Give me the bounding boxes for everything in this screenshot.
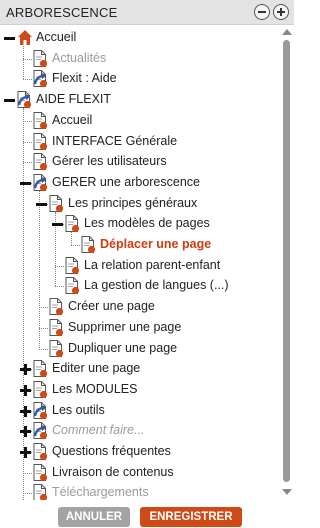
tree-connector	[23, 141, 32, 143]
tree-node-label[interactable]: AIDE FLEXIT	[36, 92, 111, 106]
tree-connector	[39, 327, 48, 329]
link-page-icon	[33, 173, 48, 191]
page-icon	[81, 236, 96, 254]
page-icon	[49, 339, 64, 357]
tree-node-label[interactable]: Editer une page	[52, 361, 140, 375]
tree-connector	[71, 245, 80, 246]
link-page-icon	[33, 401, 48, 419]
page-icon	[65, 215, 80, 233]
link-page-icon	[33, 422, 48, 440]
tree-node-label[interactable]: Accueil	[52, 113, 92, 127]
page-icon	[33, 111, 48, 129]
page-icon	[65, 277, 80, 295]
tree-node-label[interactable]: Gérer les utilisateurs	[52, 154, 167, 168]
collapse-toggle-icon[interactable]	[52, 219, 63, 230]
tree-node-label[interactable]: Flexit : Aide	[52, 71, 117, 85]
tree-node-label[interactable]: Actualités	[52, 51, 106, 65]
link-page-icon	[33, 70, 48, 88]
page-icon	[33, 443, 48, 461]
tree-node-label[interactable]: Les modèles de pages	[84, 216, 210, 230]
tree-connector	[39, 190, 40, 349]
tree-connector	[23, 108, 24, 500]
tree-node-label[interactable]: GERER une arborescence	[52, 175, 200, 189]
expand-toggle-icon[interactable]	[20, 384, 31, 396]
tree-node-label[interactable]: Les principes généraux	[68, 196, 197, 210]
tree-connector	[55, 265, 64, 267]
tree-node-label[interactable]: Les outils	[52, 403, 105, 417]
scroll-up-arrow-icon[interactable]	[282, 29, 292, 35]
expand-all-icon[interactable]	[273, 4, 289, 20]
page-icon	[33, 132, 48, 150]
tree-connector	[23, 79, 32, 81]
page-icon	[33, 484, 48, 500]
home-icon	[17, 29, 32, 46]
tree-node-label[interactable]: Déplacer une page	[100, 237, 211, 251]
expand-toggle-icon[interactable]	[20, 364, 31, 376]
tree-connector	[23, 46, 24, 80]
vertical-scrollbar[interactable]	[280, 26, 294, 500]
tree-connector	[23, 493, 32, 495]
collapse-toggle-icon[interactable]	[36, 199, 47, 210]
scroll-down-arrow-icon[interactable]	[282, 489, 292, 495]
page-icon	[33, 49, 48, 67]
tree-node-label[interactable]: Comment faire...	[52, 423, 144, 437]
link-page-icon	[17, 91, 32, 109]
tree-node-label[interactable]: Créer une page	[68, 299, 155, 313]
page-icon	[49, 318, 64, 336]
tree-node-label[interactable]: Téléchargements	[52, 485, 149, 499]
cancel-button[interactable]: ANNULER	[58, 507, 130, 527]
tree-node-label[interactable]: Dupliquer une page	[68, 341, 177, 355]
tree-connector	[23, 162, 32, 164]
tree-node-label[interactable]: Les MODULES	[52, 382, 137, 396]
expand-toggle-icon[interactable]	[20, 405, 31, 417]
tree-connector	[23, 120, 32, 122]
page-icon	[33, 380, 48, 398]
page-icon	[65, 256, 80, 274]
collapse-toggle-icon[interactable]	[4, 33, 15, 44]
expand-toggle-icon[interactable]	[20, 426, 31, 438]
tree-node-label[interactable]: La relation parent-enfant	[84, 258, 220, 272]
tree-node-label[interactable]: Accueil	[36, 30, 76, 44]
tree-connector	[71, 232, 72, 245]
page-icon	[49, 298, 64, 316]
tree-connector	[23, 58, 32, 60]
tree-node-label[interactable]: Livraison de contenus	[52, 465, 174, 479]
scroll-thumb[interactable]	[283, 40, 290, 482]
collapse-toggle-icon[interactable]	[20, 178, 31, 189]
page-icon	[33, 463, 48, 481]
page-icon	[33, 360, 48, 378]
tree-node-label[interactable]: INTERFACE Générale	[52, 134, 177, 148]
tree-view: Accueil Actualités Flexit : Aide AIDE FLEXI…	[0, 26, 278, 500]
page-icon	[33, 153, 48, 171]
tree-node-label[interactable]: Questions fréquentes	[52, 444, 171, 458]
tree-connector	[39, 307, 48, 309]
tree-node-label[interactable]: Supprimer une page	[68, 320, 181, 334]
collapse-all-icon[interactable]	[254, 4, 270, 20]
footer-bar: ANNULER ENREGISTRER	[0, 500, 294, 528]
page-icon	[49, 194, 64, 212]
panel-title: ARBORESCENCE	[6, 5, 118, 20]
panel-header: ARBORESCENCE	[0, 0, 294, 25]
save-button[interactable]: ENREGISTRER	[140, 507, 242, 527]
collapse-toggle-icon[interactable]	[4, 95, 15, 106]
tree-connector	[39, 348, 48, 350]
expand-toggle-icon[interactable]	[20, 447, 31, 458]
tree-connector	[55, 286, 64, 288]
tree-node-label[interactable]: La gestion de langues (...)	[84, 278, 229, 292]
tree-connector	[23, 472, 32, 474]
